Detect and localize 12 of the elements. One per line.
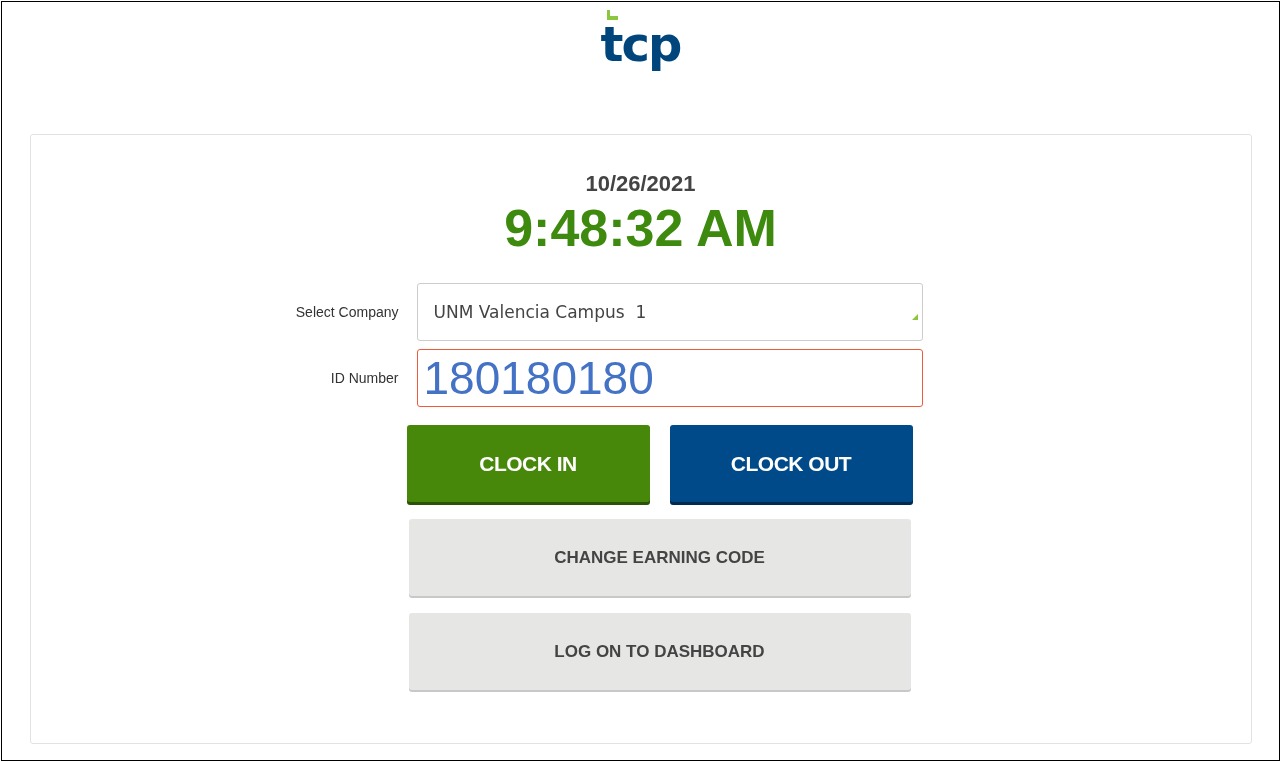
time-text: 9:48:32 AM [504,198,777,259]
logo-mark-icon [605,10,618,20]
date-text: 10/26/2021 [585,171,696,197]
field-label: ID Number [329,370,399,386]
field-label: Select Company [294,304,399,320]
id-number-field[interactable]: 180180180 [416,349,923,407]
dropdown-corner-icon [911,314,918,320]
company-select[interactable]: UNM Valencia Campus 1 [416,283,923,341]
action-button[interactable]: LOG ON TO DASHBOARD [408,613,911,690]
clock-button[interactable]: CLOCK OUT [669,425,913,502]
action-button[interactable]: CHANGE EARNING CODE [408,519,911,596]
clock-button[interactable]: CLOCK IN [406,425,650,502]
